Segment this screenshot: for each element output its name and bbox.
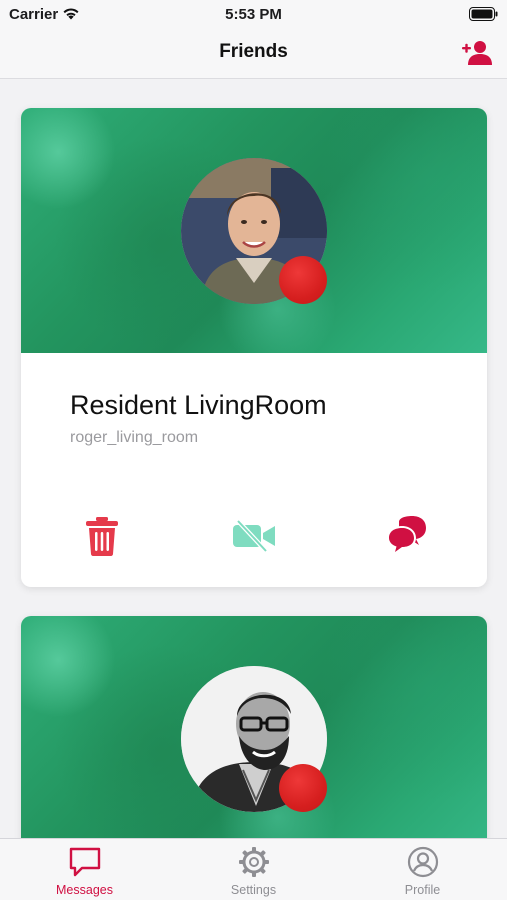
- delete-friend-button[interactable]: [78, 512, 126, 560]
- status-time: 5:53 PM: [225, 6, 282, 23]
- tab-bar: Messages Settings Profile: [0, 838, 507, 900]
- tab-settings[interactable]: Settings: [169, 839, 338, 900]
- tab-label: Profile: [404, 883, 441, 897]
- friend-username: roger_living_room: [70, 429, 199, 446]
- tab-label: Messages: [56, 883, 113, 897]
- avatar-container: [181, 666, 327, 812]
- add-friend-button[interactable]: [461, 36, 493, 68]
- avatar-container: [181, 158, 327, 304]
- friends-list[interactable]: Resident LivingRoom roger_living_room: [0, 80, 507, 838]
- friend-card[interactable]: Resident LivingRoom roger_living_room: [21, 108, 487, 587]
- status-offline-indicator: [279, 764, 327, 812]
- tab-profile[interactable]: Profile: [338, 839, 507, 900]
- chat-bubble-icon: [69, 847, 100, 877]
- trash-icon: [86, 517, 118, 556]
- nav-bar: Friends: [0, 28, 507, 79]
- gear-icon: [238, 847, 269, 877]
- video-off-icon: [233, 520, 275, 552]
- battery-icon: [469, 7, 498, 21]
- person-circle-icon: [407, 846, 438, 878]
- tab-messages[interactable]: Messages: [0, 839, 169, 900]
- friend-card[interactable]: [21, 616, 487, 838]
- tab-label: Settings: [230, 883, 277, 897]
- chat-bubbles-icon: [387, 516, 426, 555]
- video-call-button[interactable]: [230, 512, 278, 560]
- status-offline-indicator: [279, 256, 327, 304]
- message-friend-button[interactable]: [382, 512, 430, 560]
- status-bar: Carrier 5:53 PM: [0, 0, 507, 28]
- page-title: Friends: [219, 41, 288, 62]
- person-plus-icon: [462, 41, 492, 65]
- friend-name: Resident LivingRoom: [70, 390, 327, 420]
